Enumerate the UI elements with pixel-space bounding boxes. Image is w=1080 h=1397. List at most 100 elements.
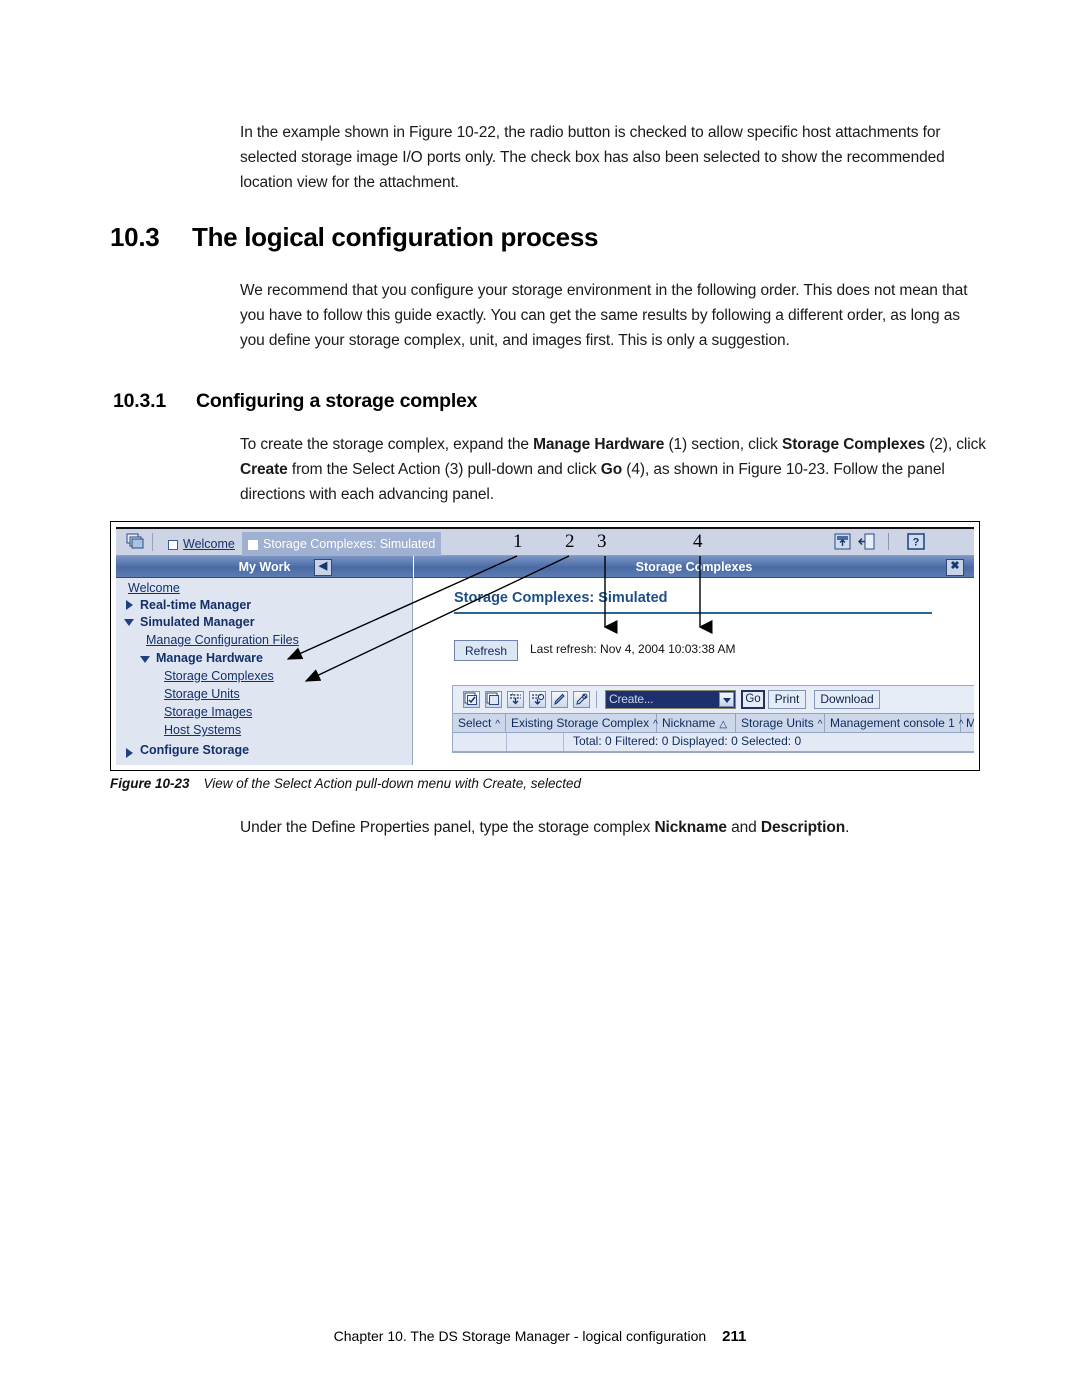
my-work-navigation: Welcome Real-time Manager Simulated Mana… bbox=[116, 578, 413, 765]
sidebar-item-configure-storage[interactable]: Configure Storage bbox=[140, 743, 249, 757]
storage-complexes-content: Storage Complexes: Simulated Refresh Las… bbox=[414, 578, 974, 765]
exit-icon[interactable] bbox=[857, 533, 875, 550]
ds-storage-manager-screenshot: Welcome Storage Complexes: Simulated 1 2… bbox=[116, 527, 974, 765]
sidebar-item-welcome[interactable]: Welcome bbox=[128, 581, 180, 595]
select-action-value: Create... bbox=[609, 692, 654, 706]
storage-complexes-header-title: Storage Complexes bbox=[635, 560, 753, 574]
refresh-button[interactable]: Refresh bbox=[454, 640, 518, 661]
table-toolbar: + Create... Go Print Download bbox=[453, 686, 974, 713]
table-status-row: Total: 0 Filtered: 0 Displayed: 0 Select… bbox=[453, 733, 974, 752]
print-button[interactable]: Print bbox=[768, 690, 806, 709]
callout-4: 4 bbox=[693, 531, 703, 552]
sidebar-item-storage-images[interactable]: Storage Images bbox=[164, 705, 252, 719]
column-header-existing-storage-complex[interactable]: Existing Storage Complex ^ bbox=[506, 714, 658, 733]
recommendation-paragraph: We recommend that you configure your sto… bbox=[240, 282, 968, 349]
tab-divider bbox=[152, 533, 153, 551]
tab-welcome[interactable]: Welcome bbox=[162, 532, 241, 556]
tab-active-label: Storage Complexes: Simulated bbox=[263, 537, 436, 551]
expand-arrow-real-time-manager-icon[interactable] bbox=[126, 600, 133, 610]
column-header-management-console-2[interactable]: Manag bbox=[961, 714, 974, 733]
column-header-management-console-1[interactable]: Management console 1 ^ bbox=[825, 714, 963, 733]
column-label: Select bbox=[458, 716, 492, 730]
expand-all-icon[interactable]: + bbox=[507, 691, 524, 708]
callout-1: 1 bbox=[513, 531, 523, 552]
sidebar-item-simulated-manager[interactable]: Simulated Manager bbox=[140, 615, 255, 629]
go-button[interactable]: Go bbox=[741, 690, 765, 709]
table-column-headers: Select ^ Existing Storage Complex ^ Nickna… bbox=[453, 713, 974, 733]
edit-filter-icon[interactable] bbox=[551, 691, 568, 708]
sidebar-item-real-time-manager[interactable]: Real-time Manager bbox=[140, 598, 251, 612]
document-page: In the example shown in Figure 10-22, th… bbox=[0, 0, 1080, 1397]
clear-filter-icon[interactable] bbox=[573, 691, 590, 708]
content-page-title: Storage Complexes: Simulated bbox=[454, 590, 668, 606]
figure-caption-text: View of the Select Action pull-down menu… bbox=[203, 776, 581, 791]
storage-complexes-panel-header: Storage Complexes ✖ bbox=[414, 556, 974, 578]
tab-marker-icon bbox=[248, 539, 258, 550]
section-number: 10.3 bbox=[110, 222, 160, 252]
page-footer: Chapter 10. The DS Storage Manager - log… bbox=[0, 1328, 1080, 1345]
storage-complexes-table: + Create... Go Print Download Select ^ E… bbox=[452, 685, 974, 753]
select-all-icon[interactable] bbox=[463, 691, 480, 708]
instr-t4: from the Select Action (3) pull-down and… bbox=[287, 461, 601, 478]
instr-b2: Storage Complexes bbox=[781, 436, 925, 453]
column-header-nickname[interactable]: Nickname △ bbox=[657, 714, 736, 733]
closing-paragraph: Under the Define Properties panel, type … bbox=[240, 815, 988, 840]
svg-text:+: + bbox=[511, 692, 514, 698]
callout-2: 2 bbox=[565, 531, 575, 552]
sidebar-item-host-systems[interactable]: Host Systems bbox=[164, 723, 241, 737]
tab-welcome-label: Welcome bbox=[183, 537, 235, 551]
collapse-panel-button[interactable]: ◀ bbox=[314, 559, 332, 576]
column-label: Manag bbox=[966, 716, 974, 730]
figure-caption: Figure 10-23 View of the Select Action pu… bbox=[110, 776, 990, 791]
subsection-number: 10.3.1 bbox=[113, 390, 167, 412]
title-underline bbox=[454, 612, 932, 614]
help-icon[interactable]: ? bbox=[907, 533, 925, 550]
windows-stack-icon bbox=[126, 533, 145, 551]
tab-marker-icon bbox=[168, 539, 178, 550]
sidebar-item-manage-hardware[interactable]: Manage Hardware bbox=[156, 651, 263, 665]
svg-text:?: ? bbox=[913, 537, 920, 549]
page-number: 211 bbox=[722, 1328, 747, 1345]
sidebar-item-storage-units[interactable]: Storage Units bbox=[164, 687, 240, 701]
chevron-down-icon[interactable] bbox=[719, 692, 734, 707]
column-label: Existing Storage Complex bbox=[511, 716, 650, 730]
collapse-arrow-manage-hardware-icon[interactable] bbox=[140, 656, 150, 663]
instr-b3: Create bbox=[240, 461, 288, 478]
column-label: Nickname bbox=[662, 716, 716, 730]
toolbar-divider bbox=[888, 533, 889, 550]
footer-chapter-text: Chapter 10. The DS Storage Manager - log… bbox=[333, 1328, 707, 1344]
column-label: Storage Units bbox=[741, 716, 814, 730]
table-status-summary: Total: 0 Filtered: 0 Displayed: 0 Select… bbox=[573, 734, 802, 748]
select-action-dropdown[interactable]: Create... bbox=[605, 690, 736, 709]
close-t1: Under the Define Properties panel, type … bbox=[240, 819, 655, 836]
close-t3: . bbox=[845, 819, 850, 836]
instr-t2: (1) section, click bbox=[664, 436, 782, 453]
sidebar-item-storage-complexes[interactable]: Storage Complexes bbox=[164, 669, 274, 683]
download-button[interactable]: Download bbox=[814, 690, 880, 709]
tab-storage-complexes-simulated[interactable]: Storage Complexes: Simulated bbox=[242, 532, 442, 556]
instr-b1: Manage Hardware bbox=[533, 436, 665, 453]
instr-t3: (2), click bbox=[925, 436, 986, 453]
restore-window-icon[interactable] bbox=[834, 533, 851, 550]
figure-number: Figure 10-23 bbox=[110, 776, 190, 791]
browser-tab-strip: Welcome Storage Complexes: Simulated 1 2… bbox=[116, 529, 974, 556]
collapse-arrow-simulated-manager-icon[interactable] bbox=[124, 619, 134, 626]
my-work-title: My Work bbox=[238, 560, 291, 574]
expand-arrow-configure-storage-icon[interactable] bbox=[126, 748, 133, 758]
callout-3: 3 bbox=[597, 531, 607, 552]
my-work-panel-header: My Work ◀ bbox=[116, 556, 413, 578]
instr-t1: To create the storage complex, expand th… bbox=[240, 436, 534, 453]
figure-10-23: Welcome Storage Complexes: Simulated 1 2… bbox=[110, 521, 980, 771]
column-header-storage-units[interactable]: Storage Units ^ bbox=[736, 714, 825, 733]
sort-indicator: △ bbox=[719, 719, 728, 730]
close-b1: Nickname bbox=[654, 819, 727, 836]
status-cell-a bbox=[453, 733, 507, 751]
instr-b4: Go bbox=[600, 461, 623, 478]
close-b2: Description bbox=[760, 819, 846, 836]
column-header-select[interactable]: Select ^ bbox=[453, 714, 506, 733]
sidebar-item-manage-configuration-files[interactable]: Manage Configuration Files bbox=[146, 633, 299, 647]
close-icon[interactable]: ✖ bbox=[946, 559, 964, 576]
intro-paragraph: In the example shown in Figure 10-22, th… bbox=[240, 124, 945, 191]
collapse-all-icon[interactable] bbox=[529, 691, 546, 708]
deselect-all-icon[interactable] bbox=[485, 691, 502, 708]
